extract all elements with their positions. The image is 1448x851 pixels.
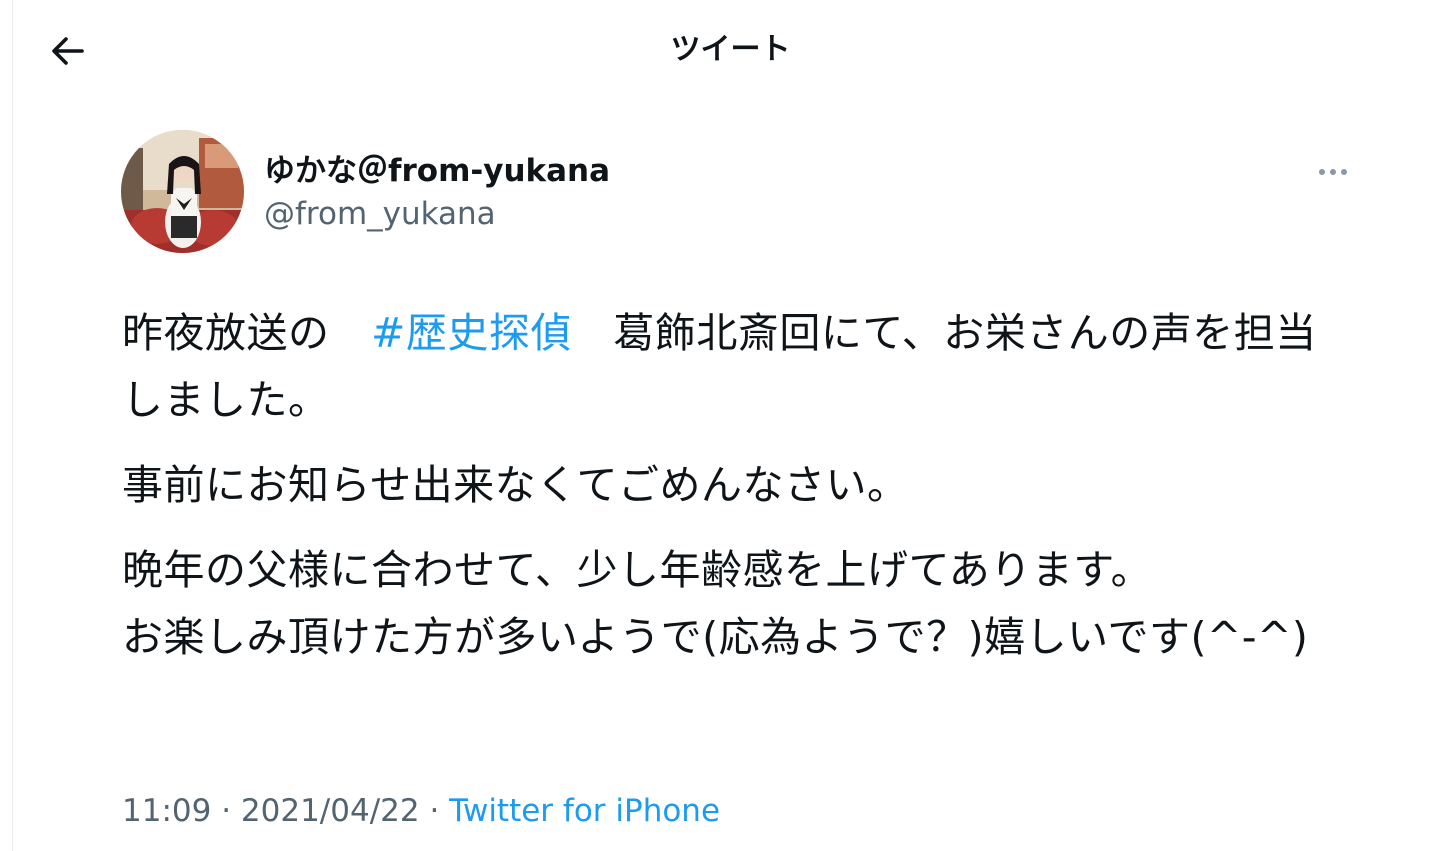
avatar-photo — [121, 130, 244, 253]
more-dots-icon — [1319, 169, 1347, 175]
tweet-paragraph-2: 事前にお知らせ出来なくてごめんなさい。 — [122, 461, 909, 509]
avatar[interactable] — [121, 130, 244, 253]
more-options-button[interactable] — [1314, 158, 1352, 186]
header: ツイート — [13, 0, 1448, 100]
author-display-name[interactable]: ゆかな＠from-yukana — [264, 150, 610, 192]
meta-separator: · — [211, 793, 241, 829]
tweet-time[interactable]: 11:09 — [122, 793, 211, 829]
meta-separator: · — [419, 793, 450, 829]
tweet-text: 昨夜放送の #歴史探偵 葛飾北斎回にて、お栄さんの声を担当しました。 事前にお知… — [122, 300, 1352, 671]
left-border — [12, 0, 13, 851]
hashtag-link[interactable]: #歴史探偵 — [371, 309, 572, 357]
tweet-date[interactable]: 2021/04/22 — [241, 793, 420, 829]
source-link[interactable]: Twitter for iPhone — [449, 793, 720, 829]
tweet-text-line: お楽しみ頂けた方が多いようで(応為ようで？)嬉しいです(^-^) — [122, 613, 1309, 661]
tweet-paragraph-1: 昨夜放送の #歴史探偵 葛飾北斎回にて、お栄さんの声を担当しました。 — [122, 300, 1352, 434]
page-title: ツイート — [670, 32, 791, 67]
tweet-text-segment: 昨夜放送の — [122, 309, 371, 357]
tweet-paragraph-3: 晩年の父様に合わせて、少し年齢感を上げてあります。お楽しみ頂けた方が多いようで(… — [122, 537, 1352, 671]
author-handle[interactable]: @from_yukana — [264, 193, 496, 235]
tweet-text-line: 晩年の父様に合わせて、少し年齢感を上げてあります。 — [122, 546, 1153, 594]
tweet-meta: 11:09 · 2021/04/22 · Twitter for iPhone — [122, 788, 720, 834]
